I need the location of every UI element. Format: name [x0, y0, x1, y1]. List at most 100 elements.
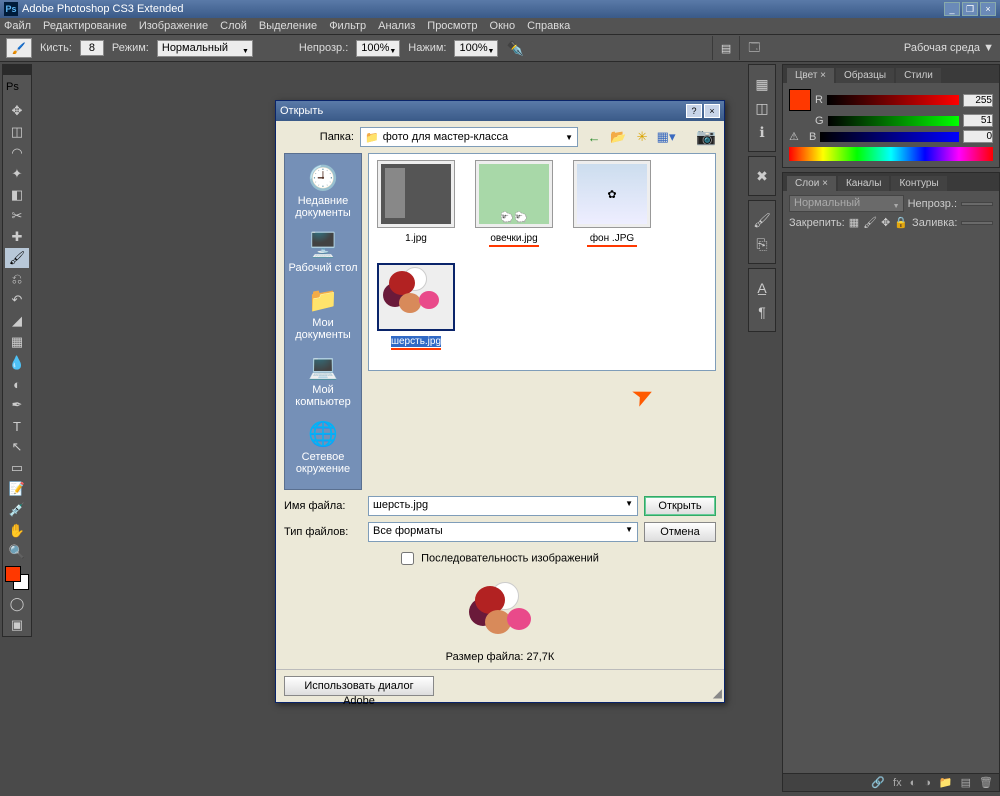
- menu-edit[interactable]: Редактирование: [43, 20, 127, 32]
- image-sequence-checkbox[interactable]: [401, 552, 414, 565]
- tab-paths[interactable]: Контуры: [891, 176, 946, 191]
- toolbox-handle[interactable]: [3, 65, 31, 75]
- brush-tool-icon[interactable]: 🖌️: [6, 38, 32, 58]
- move-tool[interactable]: ✥: [5, 101, 29, 121]
- path-tool[interactable]: ↖: [5, 437, 29, 457]
- color-swatch[interactable]: [5, 566, 29, 590]
- link-layers-icon[interactable]: 🔗: [871, 776, 885, 789]
- dodge-tool[interactable]: ◐: [5, 374, 29, 394]
- menu-view[interactable]: Просмотр: [427, 20, 477, 32]
- filetype-select[interactable]: Все форматы▼: [368, 522, 638, 542]
- navigator-icon[interactable]: ▦: [751, 73, 773, 95]
- slice-tool[interactable]: ✂: [5, 206, 29, 226]
- lock-position-icon[interactable]: ✥: [881, 216, 890, 229]
- view-menu-icon[interactable]: ▦▾: [656, 127, 676, 147]
- eyedropper-tool[interactable]: 💉: [5, 500, 29, 520]
- cancel-button[interactable]: Отмена: [644, 522, 716, 542]
- filename-input[interactable]: шерсть.jpg▼: [368, 496, 638, 516]
- pen-tool[interactable]: ✒: [5, 395, 29, 415]
- sidebar-network[interactable]: 🌐Сетевое окружение: [285, 416, 361, 483]
- menu-analysis[interactable]: Анализ: [378, 20, 415, 32]
- heal-tool[interactable]: ✚: [5, 227, 29, 247]
- histogram-icon[interactable]: ◫: [751, 97, 773, 119]
- delete-layer-icon[interactable]: 🗑: [979, 776, 993, 789]
- character-icon[interactable]: A̲: [751, 277, 773, 299]
- flow-field[interactable]: 100%: [454, 40, 498, 57]
- crop-tool[interactable]: ◧: [5, 185, 29, 205]
- resize-grip[interactable]: ◢: [713, 686, 722, 700]
- lock-paint-icon[interactable]: 🖌: [863, 216, 877, 229]
- view-icon[interactable]: 🗔: [748, 39, 760, 58]
- screenmode-button[interactable]: ▣: [5, 615, 29, 635]
- hand-tool[interactable]: ✋: [5, 521, 29, 541]
- stamp-tool[interactable]: ⎌: [5, 269, 29, 289]
- airbrush-icon[interactable]: ✒️: [506, 40, 523, 57]
- dialog-close-button[interactable]: ×: [704, 104, 720, 118]
- tab-styles[interactable]: Стили: [896, 68, 941, 83]
- layer-mask-icon[interactable]: ◐: [910, 777, 917, 789]
- color-spectrum[interactable]: [789, 147, 993, 161]
- g-input[interactable]: [963, 114, 993, 127]
- close-button[interactable]: ×: [980, 2, 996, 16]
- layer-fill-field[interactable]: [961, 221, 993, 225]
- b-input[interactable]: [963, 130, 993, 143]
- tab-layers[interactable]: Слои ×: [787, 176, 836, 191]
- workspace-dropdown[interactable]: Рабочая среда ▼: [904, 42, 994, 54]
- menu-window[interactable]: Окно: [490, 20, 516, 32]
- up-icon[interactable]: 📂: [608, 127, 628, 147]
- layer-fx-icon[interactable]: fx: [893, 777, 902, 789]
- sidebar-documents[interactable]: 📁Мои документы: [285, 282, 361, 349]
- lock-transparent-icon[interactable]: ▦: [849, 216, 859, 229]
- brush-size-field[interactable]: 8: [80, 40, 104, 56]
- tab-swatches[interactable]: Образцы: [836, 68, 894, 83]
- adjustment-layer-icon[interactable]: ◑: [924, 777, 931, 789]
- brushes-icon[interactable]: 🖌: [751, 209, 773, 231]
- minimize-button[interactable]: _: [944, 2, 960, 16]
- dialog-help-button[interactable]: ?: [686, 104, 702, 118]
- shape-tool[interactable]: ▭: [5, 458, 29, 478]
- palette-icon[interactable]: ▤: [721, 42, 731, 55]
- lock-all-icon[interactable]: 🔒: [894, 216, 908, 229]
- tab-channels[interactable]: Каналы: [838, 176, 890, 191]
- marquee-tool[interactable]: ◫: [5, 122, 29, 142]
- bridge-icon[interactable]: 📷: [696, 127, 716, 147]
- color-preview[interactable]: [789, 89, 811, 111]
- sidebar-recent[interactable]: 🕘Недавние документы: [285, 160, 361, 227]
- sidebar-computer[interactable]: 💻Мой компьютер: [285, 349, 361, 416]
- folder-dropdown[interactable]: 📁 фото для мастер-класса ▼: [360, 127, 578, 147]
- adobe-dialog-button[interactable]: Использовать диалог Adobe: [284, 676, 434, 696]
- layer-opacity-field[interactable]: [961, 202, 993, 206]
- r-input[interactable]: [963, 94, 993, 107]
- new-group-icon[interactable]: 📁: [939, 776, 953, 789]
- g-slider[interactable]: [828, 116, 959, 126]
- gradient-tool[interactable]: ▦: [5, 332, 29, 352]
- menu-filter[interactable]: Фильтр: [329, 20, 366, 32]
- paragraph-icon[interactable]: ¶: [751, 301, 773, 323]
- file-thumb[interactable]: ✿фон .JPG: [571, 160, 653, 247]
- file-thumb[interactable]: 🐑🐑овечки.jpg: [473, 160, 555, 247]
- eraser-tool[interactable]: ◢: [5, 311, 29, 331]
- foreground-color[interactable]: [5, 566, 21, 582]
- open-button[interactable]: Открыть: [644, 496, 716, 516]
- clone-icon[interactable]: ⎘: [751, 233, 773, 255]
- b-slider[interactable]: [820, 132, 959, 142]
- file-thumb[interactable]: шерсть.jpg: [375, 263, 457, 350]
- notes-tool[interactable]: 📝: [5, 479, 29, 499]
- maximize-button[interactable]: ❐: [962, 2, 978, 16]
- dialog-titlebar[interactable]: Открыть ? ×: [276, 101, 724, 121]
- type-tool[interactable]: T: [5, 416, 29, 436]
- r-slider[interactable]: [827, 95, 959, 105]
- blur-tool[interactable]: 💧: [5, 353, 29, 373]
- sidebar-desktop[interactable]: 🖥️Рабочий стол: [285, 227, 361, 282]
- file-list[interactable]: 1.jpg🐑🐑овечки.jpg✿фон .JPG шерсть.jpg: [368, 153, 716, 371]
- opacity-field[interactable]: 100%: [356, 40, 400, 57]
- new-folder-icon[interactable]: ✳: [632, 127, 652, 147]
- file-thumb[interactable]: 1.jpg: [375, 160, 457, 247]
- tools-preset-icon[interactable]: ✖: [751, 165, 773, 187]
- history-brush-tool[interactable]: ↶: [5, 290, 29, 310]
- blend-mode-select[interactable]: Нормальный: [157, 40, 253, 57]
- menu-file[interactable]: Файл: [4, 20, 31, 32]
- layer-blend-select[interactable]: Нормальный: [789, 195, 904, 212]
- menu-help[interactable]: Справка: [527, 20, 570, 32]
- menu-select[interactable]: Выделение: [259, 20, 317, 32]
